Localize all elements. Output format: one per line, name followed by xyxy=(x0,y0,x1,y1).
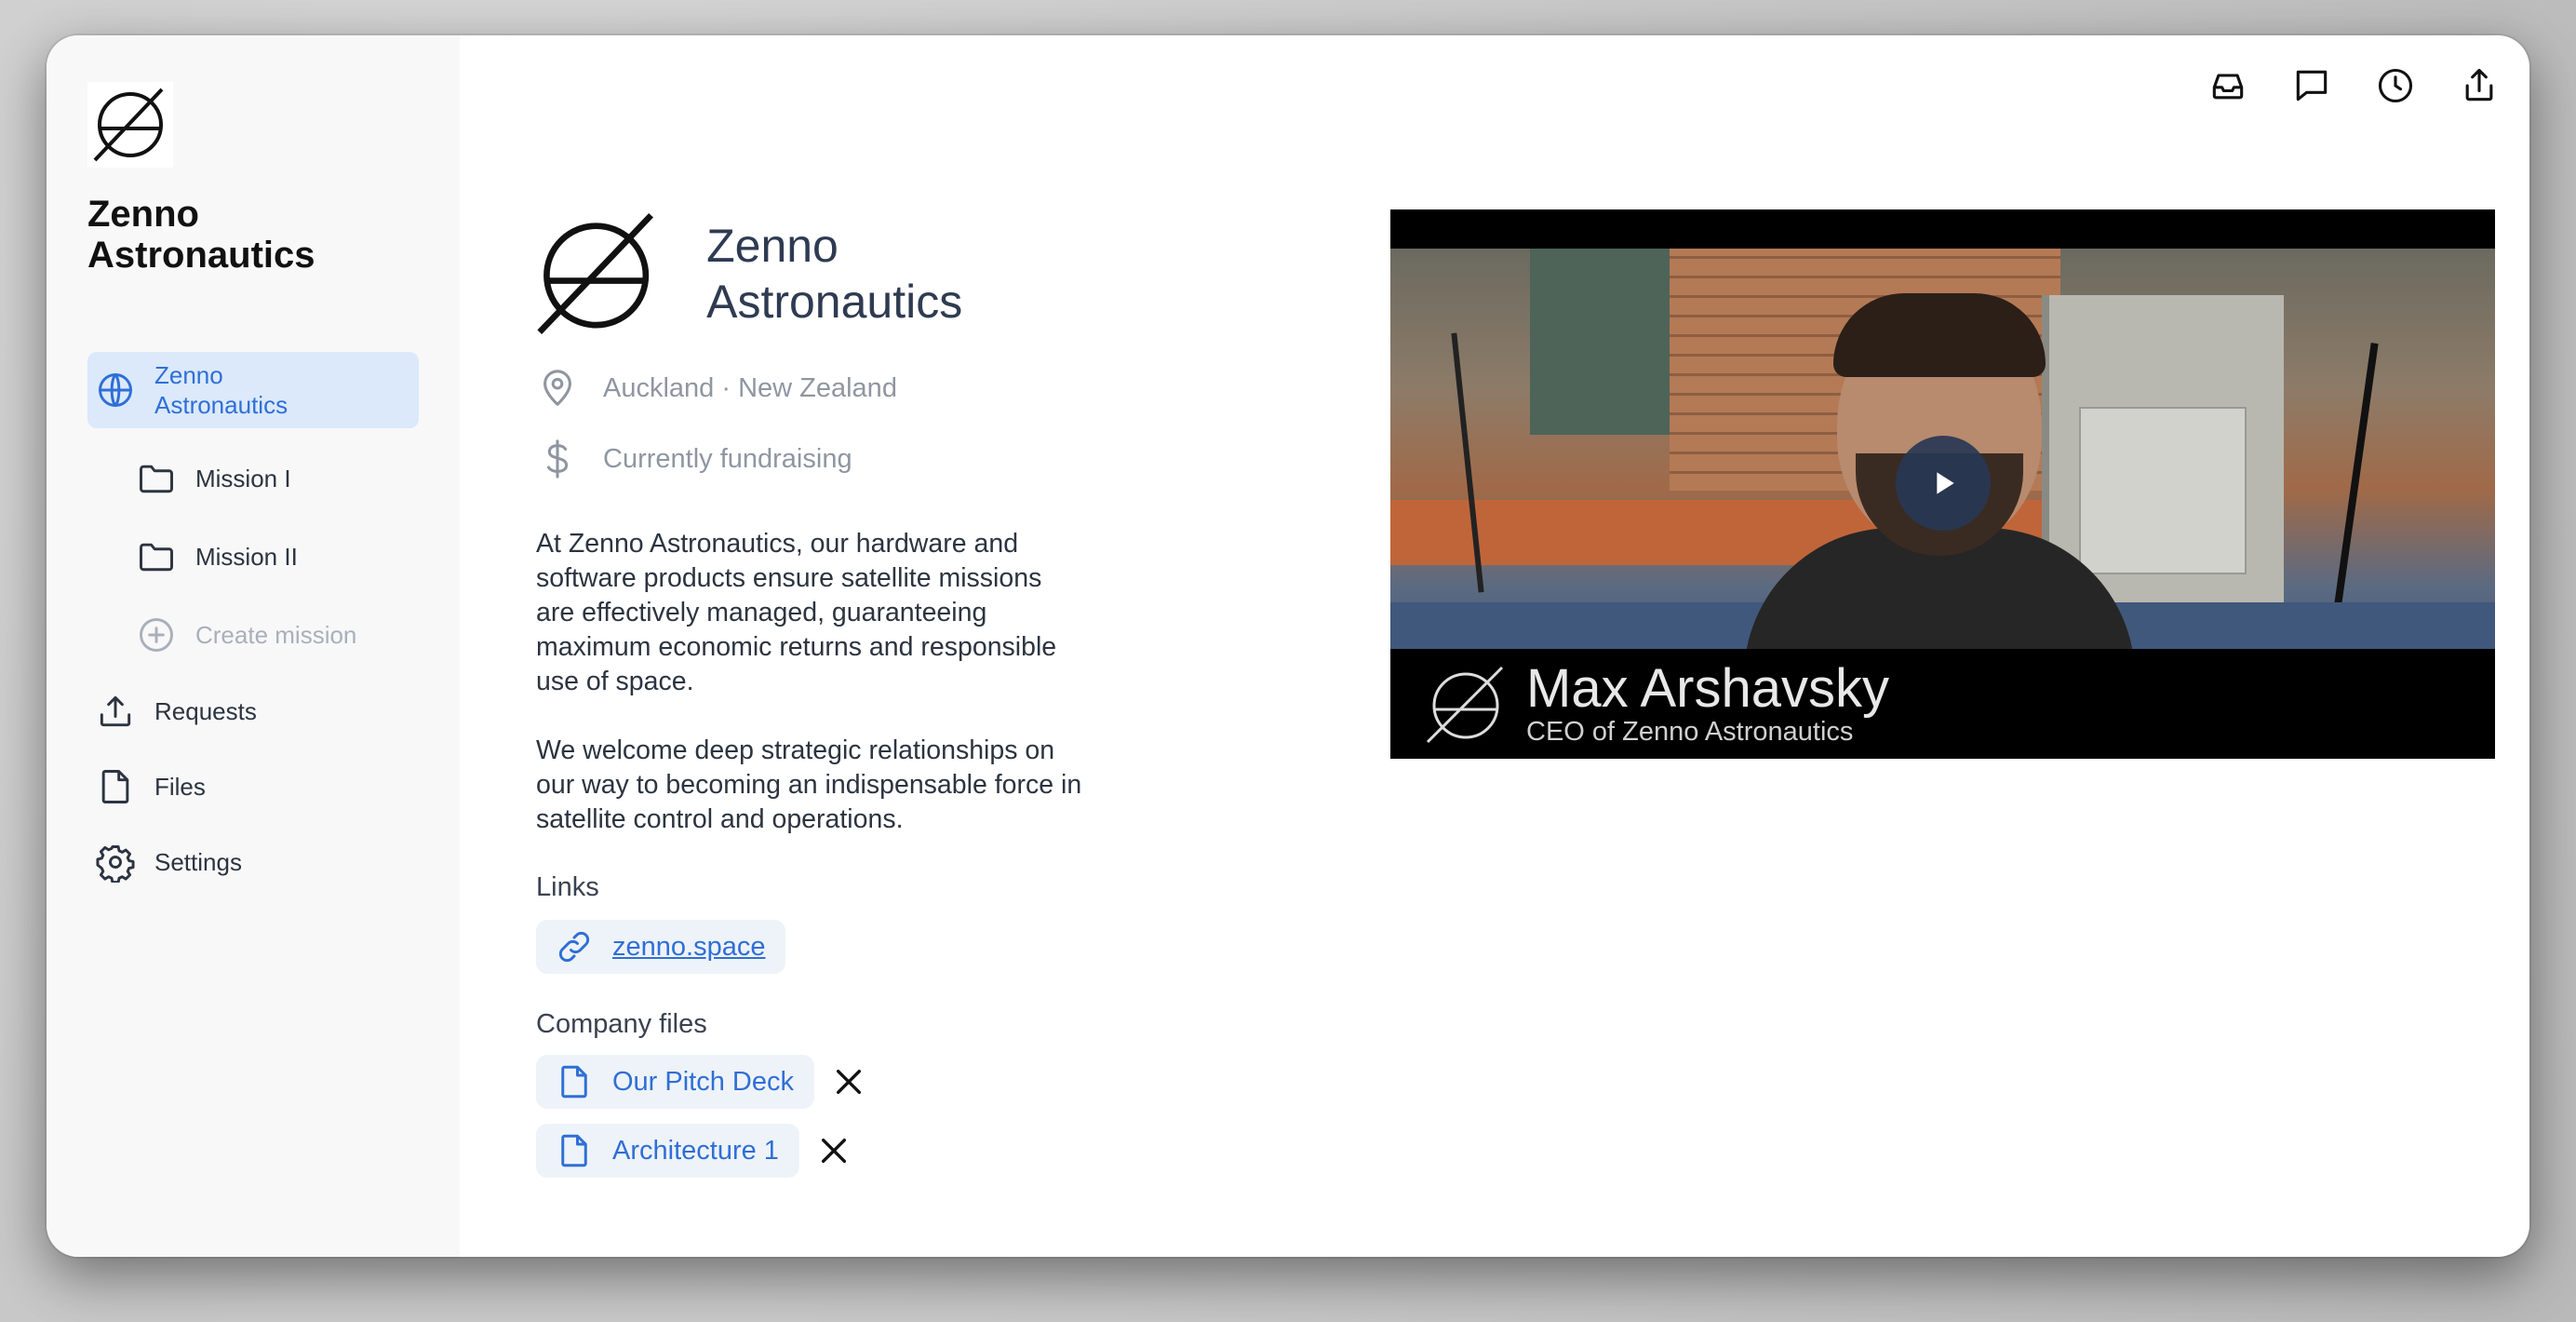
profile-header: Zenno Astronautics xyxy=(536,209,1085,339)
file-row: Architecture 1 xyxy=(536,1109,1085,1178)
file-chip[interactable]: Architecture 1 xyxy=(536,1124,799,1178)
top-toolbar xyxy=(2207,65,2500,106)
file-icon xyxy=(561,1065,587,1099)
brand-logo xyxy=(87,82,173,168)
video-caption: Max Arshavsky CEO of Zenno Astronautics xyxy=(1390,649,2495,759)
funding-row: Currently fundraising xyxy=(536,438,1085,480)
sidebar-item-company[interactable]: Zenno Astronautics xyxy=(87,352,419,428)
file-row: Our Pitch Deck xyxy=(536,1040,1085,1109)
location-row: Auckland · New Zealand xyxy=(536,367,1085,410)
sidebar-item-label: Mission II xyxy=(195,542,298,571)
location-text: Auckland · New Zealand xyxy=(603,372,897,403)
brand-name: Zenno Astronautics xyxy=(87,194,315,276)
company-logo xyxy=(537,212,653,335)
upload-icon xyxy=(100,695,131,727)
map-pin-icon xyxy=(543,370,571,406)
funding-status-text: Currently fundraising xyxy=(603,443,852,474)
sidebar-item-mission-2[interactable]: Mission II xyxy=(87,519,419,594)
gear-icon xyxy=(96,845,135,883)
folder-icon xyxy=(140,465,173,492)
company-profile: Zenno Astronautics Auckland · New Zealan… xyxy=(536,209,1085,1178)
globe-icon xyxy=(99,373,132,407)
sidebar-item-label: Files xyxy=(154,773,206,801)
sidebar-item-label: Settings xyxy=(154,848,242,876)
sidebar-item-label: Requests xyxy=(154,697,257,725)
company-files-heading: Company files xyxy=(536,1009,707,1039)
link-icon xyxy=(558,931,590,963)
sidebar-item-label: Create mission xyxy=(195,620,357,649)
website-link-text: zenno.space xyxy=(612,931,766,962)
description-paragraph: We welcome deep strategic relationships … xyxy=(536,735,1082,834)
company-description: At Zenno Astronautics, our hardware and … xyxy=(536,527,1085,837)
clock-icon[interactable] xyxy=(2375,65,2416,106)
main-content: Zenno Astronautics Auckland · New Zealan… xyxy=(460,35,2529,1257)
speaker-name: Max Arshavsky xyxy=(1526,658,1889,719)
company-logo xyxy=(1426,666,1504,744)
sidebar-item-settings[interactable]: Settings xyxy=(87,826,419,898)
chat-icon[interactable] xyxy=(2291,65,2332,106)
description-paragraph: At Zenno Astronautics, our hardware and … xyxy=(536,529,1057,696)
plus-circle-icon xyxy=(140,617,173,652)
company-name: Zenno Astronautics xyxy=(706,220,963,328)
speaker-role: CEO of Zenno Astronautics xyxy=(1526,717,1854,747)
share-icon[interactable] xyxy=(2459,65,2500,106)
close-icon[interactable] xyxy=(818,1135,850,1167)
links-heading: Links xyxy=(536,872,599,902)
sidebar-item-requests[interactable]: Requests xyxy=(87,675,419,748)
close-icon[interactable] xyxy=(833,1066,865,1098)
app-window: Zenno Astronautics Zenno Astronautics Mi… xyxy=(47,35,2529,1257)
sidebar-item-label: Zenno Astronautics xyxy=(154,361,288,419)
sidebar-item-mission-1[interactable]: Mission I xyxy=(87,440,419,516)
sidebar: Zenno Astronautics Zenno Astronautics Mi… xyxy=(47,35,460,1257)
dollar-icon xyxy=(546,439,569,479)
play-icon xyxy=(1937,472,1954,494)
sidebar-nav: Zenno Astronautics Mission I Mission II … xyxy=(87,352,419,898)
play-button[interactable] xyxy=(1896,436,1991,531)
file-icon xyxy=(101,770,129,803)
file-icon xyxy=(561,1134,587,1167)
website-link[interactable]: zenno.space xyxy=(536,920,786,974)
create-mission-button[interactable]: Create mission xyxy=(87,597,419,672)
file-chip[interactable]: Our Pitch Deck xyxy=(536,1055,814,1109)
folder-icon xyxy=(140,543,173,571)
file-name: Architecture 1 xyxy=(612,1135,779,1166)
sidebar-item-label: Mission I xyxy=(195,464,291,492)
file-name: Our Pitch Deck xyxy=(612,1066,794,1097)
sidebar-item-files[interactable]: Files xyxy=(87,750,419,823)
intro-video-player[interactable]: Max Arshavsky CEO of Zenno Astronautics xyxy=(1390,209,2495,759)
inbox-icon[interactable] xyxy=(2207,65,2248,106)
